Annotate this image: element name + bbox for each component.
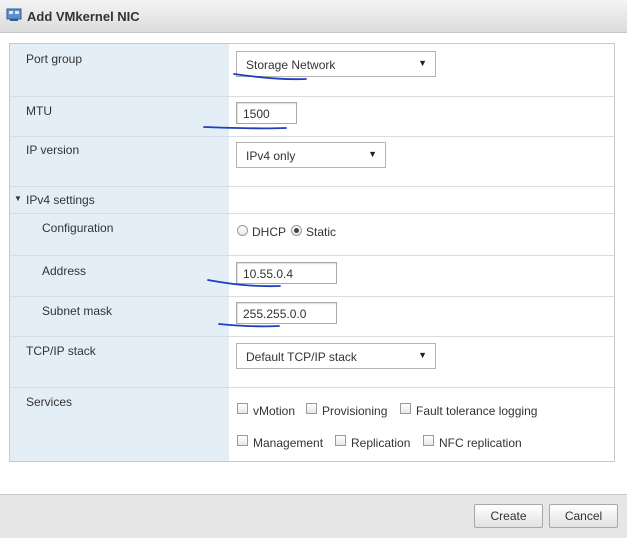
subnet-mask-underline (218, 323, 280, 328)
dialog-footer: Create Cancel (0, 494, 627, 538)
port-group-underline (233, 73, 307, 81)
cancel-button[interactable]: Cancel (549, 504, 618, 528)
mtu-underline (203, 126, 287, 130)
annotation-underlines (203, 73, 307, 328)
create-button[interactable]: Create (474, 504, 543, 528)
address-underline (207, 279, 281, 288)
